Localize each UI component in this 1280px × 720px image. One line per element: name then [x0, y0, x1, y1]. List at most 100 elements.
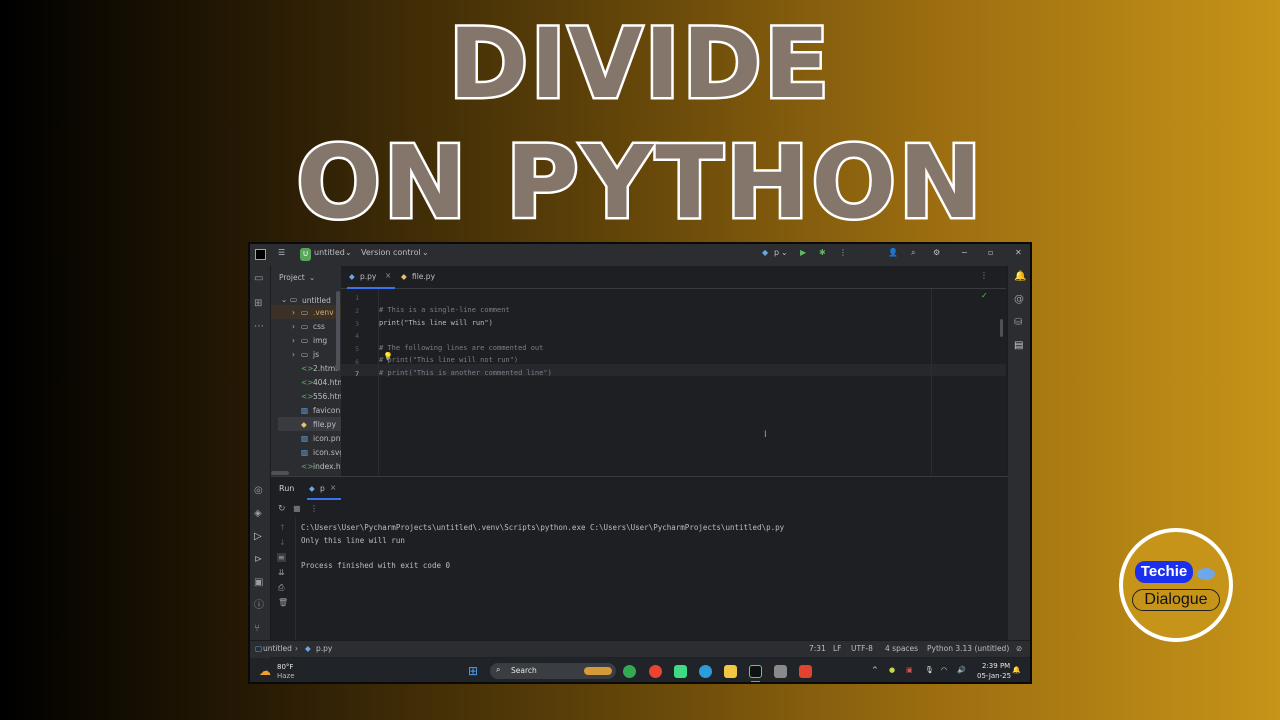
line-separator[interactable]: LF [833, 644, 842, 653]
html-file-icon: <> [301, 364, 314, 373]
media-player-icon[interactable] [774, 665, 787, 678]
more-icon[interactable]: ⋮ [980, 271, 988, 280]
more-icon[interactable]: ⋮ [310, 504, 318, 513]
ai-assistant-icon[interactable]: @ [1014, 295, 1024, 305]
layers-icon[interactable]: ◈ [254, 509, 262, 519]
console-line: Process finished with exit code 0 [301, 561, 451, 570]
microphone-icon[interactable]: 🎙 [925, 666, 934, 674]
tree-item-root[interactable]: untitled [302, 296, 331, 305]
volume-icon[interactable]: 🔊 [957, 666, 966, 674]
run-tab-p[interactable]: ◆ p × [307, 479, 341, 500]
scroll-to-end-icon[interactable]: ⇊ [278, 568, 285, 577]
module-icon: ▢ [255, 644, 263, 653]
brand-dialogue: Dialogue [1132, 589, 1220, 611]
tree-item[interactable]: icon.pn [313, 434, 340, 443]
python-interpreter[interactable]: Python 3.13 (untitled) [927, 644, 1009, 653]
skype-icon[interactable] [699, 665, 712, 678]
add-user-icon[interactable]: 👤 [888, 248, 898, 257]
active-app-indicator [751, 681, 760, 682]
clock-date[interactable]: 05-Jan-25 [977, 672, 1011, 680]
clock-time[interactable]: 2:39 PM [982, 662, 1010, 670]
tree-item[interactable]: 556.htm [313, 392, 341, 401]
tree-item[interactable]: .venv [313, 308, 334, 317]
vertical-scrollbar[interactable] [336, 291, 340, 371]
wifi-icon[interactable]: ◠ [941, 666, 947, 674]
tree-item[interactable]: 404.htm [313, 378, 341, 387]
tree-item[interactable]: 2.html [313, 364, 337, 373]
pycharm-taskbar-icon[interactable] [749, 665, 762, 678]
problems-icon[interactable]: ⓘ [254, 601, 264, 611]
main-menu-icon[interactable]: ☰ [278, 248, 285, 257]
arrow-down-icon[interactable]: ↓ [279, 538, 286, 547]
stop-icon[interactable]: ■ [293, 504, 301, 513]
print-icon[interactable]: ⎙ [278, 583, 284, 593]
right-tool-strip: 🔔 @ ⛁ ▤ [1007, 266, 1030, 640]
chrome-profile-icon[interactable] [649, 665, 662, 678]
file-explorer-icon[interactable] [724, 665, 737, 678]
trash-icon[interactable]: 🗑 [278, 598, 288, 607]
indent-setting[interactable]: 4 spaces [885, 644, 918, 653]
taskbar-search-box[interactable]: ⌕ Search [490, 663, 616, 679]
more-icon[interactable]: ⋮ [839, 248, 847, 257]
rerun-icon[interactable]: ↻ [278, 504, 286, 514]
breadcrumb-project[interactable]: untitled [263, 644, 292, 653]
tree-item[interactable]: icon.svg [313, 448, 341, 457]
windows-taskbar: ☁ 80°F Haze ⊞ ⌕ Search ^ ● ▣ 🎙 ◠ 🔊 2:39 … [250, 658, 1030, 682]
line-number: 6 [355, 358, 359, 366]
tree-item[interactable]: favicon. [313, 406, 341, 415]
camtasia-icon[interactable] [674, 665, 687, 678]
run-tool-title: Run [279, 484, 295, 493]
lightbulb-icon[interactable]: 💡 [383, 352, 393, 361]
editor-scrollbar[interactable] [1000, 319, 1003, 337]
soft-wrap-icon[interactable]: ≡ [277, 553, 286, 562]
tree-item[interactable]: index.ht [313, 462, 341, 471]
tree-item[interactable]: img [313, 336, 327, 345]
lock-icon[interactable]: ⊘ [1016, 644, 1022, 653]
chrome-icon[interactable] [623, 665, 636, 678]
maximize-button[interactable]: ▫ [988, 248, 993, 257]
breadcrumb-file[interactable]: p.py [316, 644, 332, 653]
terminal-icon[interactable]: ▣ [254, 578, 263, 588]
tray-app-icon[interactable]: ▣ [906, 666, 913, 674]
sciview-icon[interactable]: ▤ [1014, 341, 1023, 351]
tab-file-py[interactable]: ◆ file.py [399, 266, 443, 287]
notifications-icon[interactable]: 🔔 [1014, 272, 1026, 282]
close-button[interactable]: ✕ [1015, 248, 1022, 257]
services-icon[interactable]: ⊳ [254, 555, 262, 565]
project-selector[interactable]: untitled [314, 248, 345, 257]
folder-icon[interactable]: ▭ [254, 274, 263, 284]
more-tools-icon[interactable]: ⋯ [254, 322, 264, 332]
debug-icon[interactable]: ✱ [819, 248, 826, 257]
tray-app-icon[interactable]: ● [889, 666, 895, 674]
git-icon[interactable]: ⑂ [254, 624, 260, 634]
tree-item[interactable]: js [313, 350, 319, 359]
speech-bubble-icon [1197, 568, 1215, 580]
vcs-selector[interactable]: Version control [361, 248, 421, 257]
close-tab-icon[interactable]: × [385, 271, 391, 280]
run-config-selector[interactable]: p [774, 248, 779, 257]
horizontal-scrollbar[interactable] [271, 471, 289, 475]
tree-item-selected[interactable]: file.py [313, 420, 336, 429]
project-panel-header[interactable]: Project [279, 273, 305, 282]
run-icon[interactable]: ▶ [800, 248, 806, 257]
caret-position[interactable]: 7:31 [809, 644, 826, 653]
recorder-icon[interactable] [799, 665, 812, 678]
windows-start-icon[interactable]: ⊞ [468, 664, 478, 678]
file-encoding[interactable]: UTF-8 [851, 644, 873, 653]
chevron-up-icon[interactable]: ^ [872, 666, 878, 674]
database-icon[interactable]: ⛁ [1014, 318, 1022, 328]
settings-icon[interactable]: ⚙ [933, 248, 940, 257]
python-packages-icon[interactable]: ◎ [254, 486, 263, 496]
structure-icon[interactable]: ⊞ [254, 299, 262, 309]
code-editor[interactable]: 1 2 3 4 5 6 7 # This is a single-line co… [341, 289, 1006, 475]
close-tab-icon[interactable]: × [330, 483, 336, 492]
arrow-up-icon[interactable]: ↑ [279, 523, 286, 532]
tree-item[interactable]: css [313, 322, 325, 331]
weather-icon[interactable]: ☁ [259, 664, 271, 678]
text-cursor-icon: I [764, 430, 767, 440]
search-icon[interactable]: ⌕ [911, 248, 915, 258]
run-tool-icon[interactable]: ▷ [254, 532, 262, 542]
tab-p-py[interactable]: ◆ p.py × [347, 266, 395, 289]
minimize-button[interactable]: − [961, 248, 968, 257]
notification-bell-icon[interactable]: 🔔 [1012, 666, 1021, 674]
